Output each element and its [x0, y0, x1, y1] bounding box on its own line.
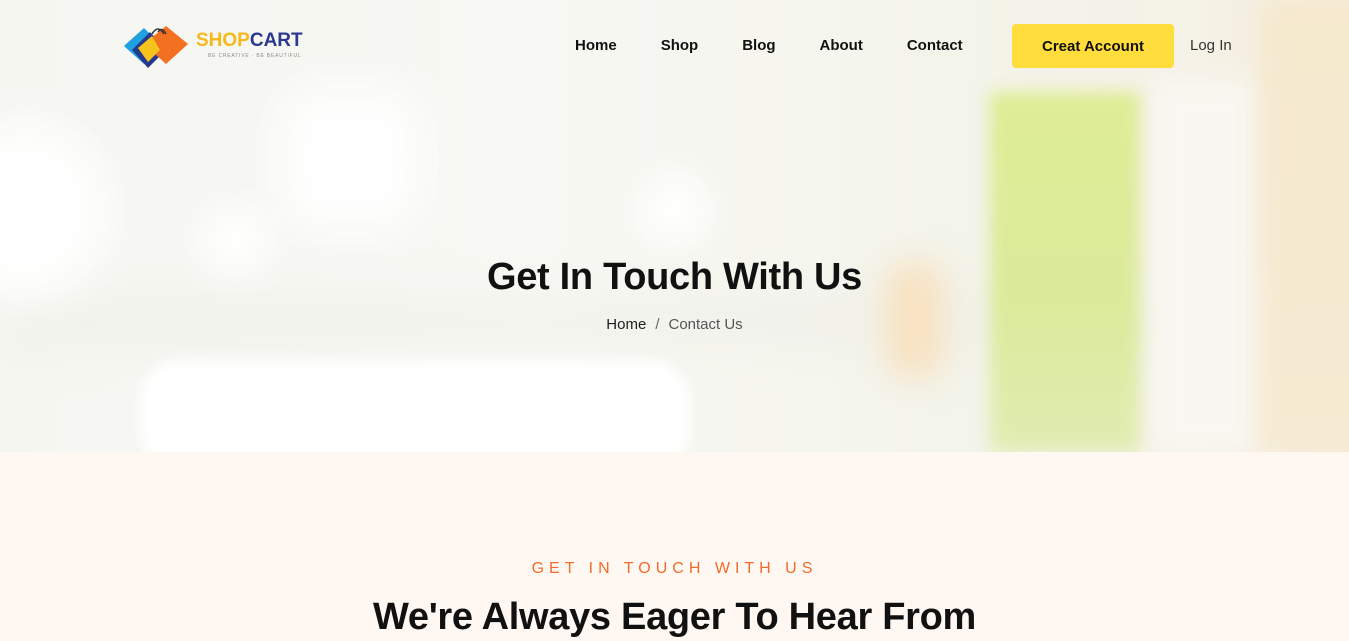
page-title: Get In Touch With Us — [486, 256, 863, 298]
section-title: We're Always Eager To Hear From — [372, 596, 977, 638]
nav-item-about[interactable]: About — [820, 37, 863, 57]
nav-item-shop[interactable]: Shop — [661, 37, 699, 57]
nav-item-contact[interactable]: Contact — [907, 37, 963, 57]
nav-item-home[interactable]: Home — [575, 37, 617, 57]
create-account-button[interactable]: Creat Account — [1012, 24, 1174, 68]
logo-wordmark: SHOPCART — [196, 30, 303, 51]
shopping-bags-logo-icon — [124, 26, 188, 68]
breadcrumb-separator: / — [655, 316, 660, 333]
breadcrumb: Home / Contact Us — [0, 316, 1349, 333]
login-link[interactable]: Log In — [1190, 37, 1232, 54]
site-header: SHOPCART BE CREATIVE · BE BEAUTIFUL Home… — [0, 0, 1349, 92]
breadcrumb-home-link[interactable]: Home — [606, 316, 646, 333]
contact-page: Get In Touch With Us Home / Contact Us SHO… — [0, 0, 1349, 641]
section-eyebrow: GET IN TOUCH WITH US — [531, 560, 818, 577]
breadcrumb-current: Contact Us — [668, 316, 743, 333]
logo[interactable]: SHOPCART BE CREATIVE · BE BEAUTIFUL — [122, 24, 322, 68]
nav-item-blog[interactable]: Blog — [742, 37, 775, 57]
contact-section: GET IN TOUCH WITH US We're Always Eager … — [0, 452, 1349, 641]
logo-tagline: BE CREATIVE · BE BEAUTIFUL — [208, 53, 302, 59]
main-nav: Home Shop Blog About Contact — [575, 37, 1007, 57]
